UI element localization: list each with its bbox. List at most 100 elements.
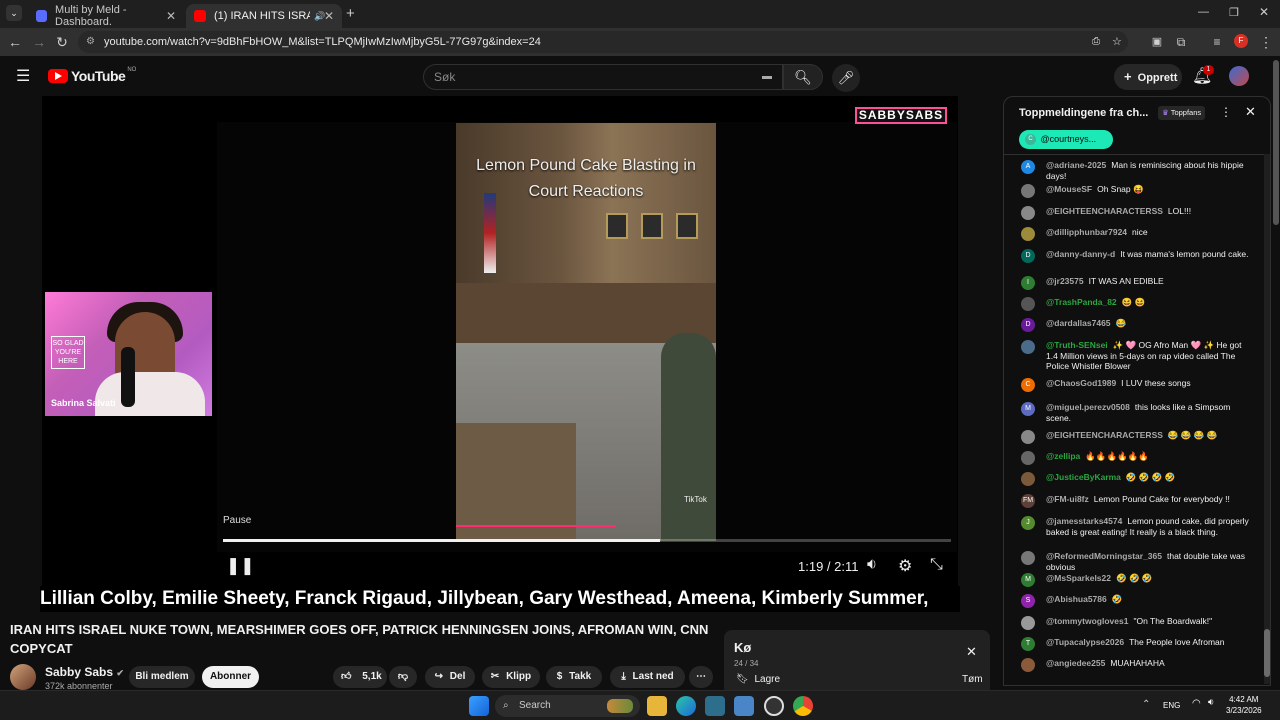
app-icon[interactable] bbox=[734, 696, 754, 716]
chat-avatar[interactable] bbox=[1021, 340, 1035, 354]
chat-mode-dropdown[interactable]: Toppmeldingene fra ch... ⌄ bbox=[1019, 106, 1167, 119]
exit-fullscreen-icon[interactable]: ⤡ bbox=[930, 556, 943, 574]
pinned-user-chip[interactable]: C @courtneys... bbox=[1019, 130, 1113, 149]
app-icon[interactable] bbox=[705, 696, 725, 716]
thanks-button[interactable]: $ Takk bbox=[546, 666, 602, 688]
forward-icon[interactable]: → bbox=[30, 33, 48, 51]
clip-button[interactable]: ✂ Klipp bbox=[482, 666, 540, 688]
tab-youtube-video[interactable]: (1) IRAN HITS ISRAEL NUKE 🔊 ✕ bbox=[186, 4, 342, 28]
search-input[interactable]: Søk ▬ bbox=[423, 64, 783, 90]
video-player[interactable]: Lemon Pound Cake Blasting in Court React… bbox=[42, 96, 958, 586]
youtube-logo[interactable]: YouTube NO bbox=[48, 67, 136, 84]
chat-author[interactable]: @JusticeByKarma bbox=[1046, 472, 1121, 482]
chat-avatar[interactable] bbox=[1021, 206, 1035, 220]
chat-avatar[interactable] bbox=[1021, 297, 1035, 311]
settings-gear-icon[interactable]: ⚙ bbox=[898, 556, 912, 576]
chat-author[interactable]: @zellipa bbox=[1046, 451, 1080, 461]
chat-author[interactable]: @Tupacalypse2026 bbox=[1046, 637, 1124, 647]
progress-bar[interactable] bbox=[223, 539, 951, 542]
chat-author[interactable]: @tommytwogloves1 bbox=[1046, 616, 1128, 626]
download-button[interactable]: ⤓ Last ned bbox=[610, 666, 685, 688]
file-explorer-icon[interactable] bbox=[647, 696, 667, 716]
chat-avatar[interactable]: A bbox=[1021, 160, 1035, 174]
dislike-button[interactable]: 👎︎ bbox=[389, 666, 417, 688]
bookmark-star-icon[interactable]: ☆ bbox=[1112, 31, 1122, 53]
chat-author[interactable]: @ReformedMorningstar_365 bbox=[1046, 551, 1162, 561]
chat-close-icon[interactable]: ✕ bbox=[1245, 104, 1256, 120]
profile-avatar[interactable]: F bbox=[1234, 34, 1248, 48]
chat-author[interactable]: @jr23575 bbox=[1046, 276, 1084, 286]
like-button[interactable]: 👍︎ 5,1k bbox=[333, 666, 387, 688]
chat-author[interactable]: @Truth-SENsei bbox=[1046, 340, 1108, 350]
chat-avatar[interactable]: C bbox=[1021, 378, 1035, 392]
chat-avatar[interactable] bbox=[1021, 184, 1035, 198]
chat-author[interactable]: @jamesstarks4574 bbox=[1046, 516, 1122, 526]
extensions-icon[interactable]: ⧉ bbox=[1172, 33, 1190, 51]
chat-author[interactable]: @MsSparkels22 bbox=[1046, 573, 1111, 583]
menu-kebab-icon[interactable]: ⋮ bbox=[1257, 33, 1275, 51]
tab-search-icon[interactable]: ▣ bbox=[1148, 33, 1166, 51]
chat-scrollbar[interactable] bbox=[1264, 154, 1270, 684]
site-info-icon[interactable]: ⚙ bbox=[86, 31, 95, 53]
share-button[interactable]: ↪ Del bbox=[425, 666, 475, 688]
taskbar-search[interactable]: ⌕ Search bbox=[495, 695, 640, 717]
chat-avatar[interactable] bbox=[1021, 451, 1035, 465]
chat-author[interactable]: @miguel.perezv0508 bbox=[1046, 402, 1130, 412]
hamburger-menu-icon[interactable]: ☰ bbox=[16, 66, 30, 86]
chat-avatar[interactable] bbox=[1021, 472, 1035, 486]
chat-avatar[interactable]: T bbox=[1021, 637, 1035, 651]
chat-more-icon[interactable]: ⋮ bbox=[1220, 105, 1232, 119]
volume-icon[interactable]: 🔉︎ bbox=[1208, 697, 1214, 708]
install-icon[interactable]: ⎙ bbox=[1092, 31, 1100, 53]
channel-name[interactable]: Sabby Sabs ✔ bbox=[45, 665, 124, 679]
chat-avatar[interactable] bbox=[1021, 658, 1035, 672]
more-actions-button[interactable]: ⋯ bbox=[689, 666, 713, 688]
wifi-icon[interactable]: ◠ bbox=[1192, 698, 1201, 709]
subscribe-button[interactable]: Abonner bbox=[202, 666, 259, 688]
chat-avatar[interactable]: FM bbox=[1021, 494, 1035, 508]
chat-author[interactable]: @EIGHTEENCHARACTERSS bbox=[1046, 430, 1163, 440]
chat-author[interactable]: @Abishua5786 bbox=[1046, 594, 1107, 604]
window-close-button[interactable]: ✕ bbox=[1259, 5, 1269, 19]
chat-author[interactable]: @FM-ui8fz bbox=[1046, 494, 1089, 504]
chat-avatar[interactable]: D bbox=[1021, 249, 1035, 263]
chat-avatar[interactable] bbox=[1021, 430, 1035, 444]
app-icon[interactable] bbox=[764, 696, 784, 716]
reload-icon[interactable]: ↻ bbox=[53, 33, 71, 51]
edge-icon[interactable] bbox=[676, 696, 696, 716]
chat-author[interactable]: @angiedee255 bbox=[1046, 658, 1105, 668]
pause-button[interactable]: ❚❚ bbox=[226, 556, 255, 576]
close-icon[interactable]: ✕ bbox=[166, 9, 176, 23]
chat-avatar[interactable]: J bbox=[1021, 516, 1035, 530]
windows-start-icon[interactable] bbox=[469, 696, 489, 716]
back-icon[interactable]: ← bbox=[6, 33, 24, 51]
tab-meld-dashboard[interactable]: Multi by Meld - Dashboard. ✕ bbox=[28, 4, 184, 28]
minimize-button[interactable]: — bbox=[1198, 6, 1209, 18]
channel-avatar[interactable] bbox=[10, 664, 36, 690]
chat-author[interactable]: @ChaosGod1989 bbox=[1046, 378, 1116, 388]
restore-button[interactable]: ❐ bbox=[1229, 6, 1239, 19]
chat-avatar[interactable] bbox=[1021, 551, 1035, 565]
chat-author[interactable]: @MouseSF bbox=[1046, 184, 1092, 194]
chat-avatar[interactable]: S bbox=[1021, 594, 1035, 608]
media-controls-icon[interactable]: ≡ bbox=[1208, 33, 1226, 51]
chat-avatar[interactable] bbox=[1021, 227, 1035, 241]
search-button[interactable]: 🔍︎ bbox=[783, 64, 823, 90]
language-indicator[interactable]: ENG bbox=[1163, 701, 1180, 710]
chat-author[interactable]: @TrashPanda_82 bbox=[1046, 297, 1117, 307]
chat-avatar[interactable]: M bbox=[1021, 402, 1035, 416]
join-button[interactable]: Bli medlem bbox=[129, 666, 195, 688]
queue-clear-button[interactable]: Tøm bbox=[962, 674, 983, 685]
new-tab-button[interactable]: + bbox=[346, 5, 355, 22]
account-avatar[interactable] bbox=[1229, 66, 1249, 86]
chevron-up-icon[interactable]: ⌃ bbox=[1142, 699, 1150, 710]
chat-author[interactable]: @dardallas7465 bbox=[1046, 318, 1111, 328]
voice-search-button[interactable]: 🎤︎ bbox=[832, 64, 860, 92]
chrome-icon[interactable] bbox=[793, 696, 813, 716]
keyboard-icon[interactable]: ▬ bbox=[762, 65, 772, 89]
address-bar[interactable]: ⚙ youtube.com/watch?v=9dBhFbHOW_M&list=T… bbox=[78, 31, 1128, 53]
chat-author[interactable]: @dillipphunbar7924 bbox=[1046, 227, 1127, 237]
topfans-badge[interactable]: ♛ Toppfans bbox=[1158, 106, 1206, 120]
chat-avatar[interactable]: D bbox=[1021, 318, 1035, 332]
chat-author[interactable]: @danny-danny-d bbox=[1046, 249, 1115, 259]
